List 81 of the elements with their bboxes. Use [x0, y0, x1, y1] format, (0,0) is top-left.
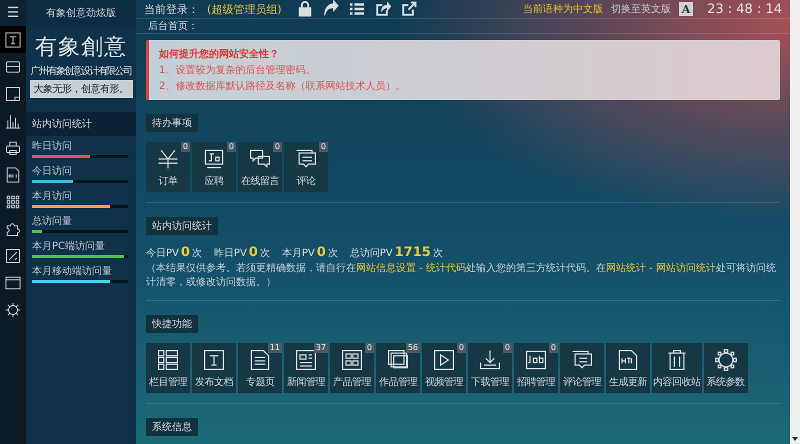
- export-icon: [374, 0, 392, 18]
- tile-button[interactable]: 新闻管理 37: [284, 343, 328, 393]
- settings-link[interactable]: 网站统计 - 网站访问统计: [606, 263, 716, 274]
- current-language: 当前语种为中文版: [523, 2, 604, 16]
- list-icon: [156, 348, 180, 372]
- logo-title: 有象創意: [35, 34, 127, 62]
- section-title: 站内访问统计: [146, 217, 218, 235]
- text-icon: [4, 30, 22, 48]
- document-icon: [248, 348, 272, 372]
- font-button[interactable]: A: [679, 2, 694, 16]
- stat-label: 今日访问: [32, 164, 73, 178]
- tile-button[interactable]: 系统参数: [704, 343, 748, 393]
- stat-label: 昨日访问: [32, 140, 73, 153]
- share-arrow-icon: [322, 0, 340, 18]
- product-grid-icon: [340, 348, 364, 372]
- tile-button[interactable]: 应聘 0: [192, 142, 236, 192]
- gear-icon: [714, 348, 738, 372]
- count-badge: 56: [406, 343, 420, 353]
- count-badge: 0: [272, 142, 282, 152]
- tile-button[interactable]: 专题页 11: [238, 343, 282, 393]
- switch-language-link[interactable]: 切换至英文版: [611, 2, 672, 16]
- tile-button[interactable]: 生成更新: [606, 343, 650, 393]
- play-icon: [432, 348, 456, 372]
- html-file-icon: [4, 166, 22, 184]
- company-name: 广州有象创意设计有限公司: [30, 64, 132, 78]
- stat-label: 本月访问: [32, 190, 73, 203]
- clock: 23 : 48 : 14: [707, 2, 782, 16]
- download-icon: [478, 348, 502, 372]
- stat-label: 总访问量: [32, 214, 73, 228]
- count-badge: 0: [318, 142, 328, 152]
- stats-note: （本结果仅供参考。若须更精确数据，请自行在网站信息设置 - 统计代码处输入您的第三方统计代码。在网站统计 - 网站访问统计处可将访问统计清零，或修改访问数据。）: [146, 262, 777, 290]
- breadcrumb: 后台首页：: [148, 20, 198, 33]
- stat-label: 本月PC端访问量: [32, 240, 106, 253]
- count-badge: 0: [226, 142, 236, 152]
- tile-button[interactable]: 视频管理 0: [422, 343, 466, 393]
- tile-button[interactable]: 订单 0: [146, 142, 190, 192]
- login-label: 当前登录：: [144, 2, 199, 16]
- gear-icon: [4, 300, 22, 318]
- tile-button[interactable]: 作品管理 56: [376, 343, 420, 393]
- tile-button[interactable]: 招聘管理 0: [514, 343, 558, 393]
- stacked-frames-icon: [386, 348, 410, 372]
- stats-heading: 站内访问统计: [26, 112, 136, 136]
- pv-counter: 今日PV 0 次: [146, 245, 202, 260]
- tile-button[interactable]: 在线留言 0: [238, 142, 282, 192]
- count-badge: 0: [180, 142, 190, 152]
- tile-button[interactable]: 内容回收站: [652, 343, 702, 393]
- count-badge: 11: [268, 343, 282, 353]
- external-link-icon: [400, 0, 418, 18]
- tile-button[interactable]: 评论 0: [284, 142, 328, 192]
- list-icon: [348, 0, 366, 18]
- section-title: 快捷功能: [146, 315, 198, 333]
- count-badge: 0: [456, 343, 466, 353]
- section-title: 系统信息: [146, 418, 198, 436]
- count-badge: 0: [548, 343, 558, 353]
- settings-link[interactable]: 网站信息设置 - 统计代码: [356, 263, 466, 274]
- tile-button[interactable]: 产品管理 0: [330, 343, 374, 393]
- pv-counter: 总访问PV 1715 次: [350, 245, 443, 260]
- news-icon: [294, 348, 318, 372]
- tile-button[interactable]: 发布文档: [192, 343, 236, 393]
- menu-button[interactable]: ☰: [0, 0, 26, 26]
- text-icon: [202, 348, 226, 372]
- slogan: 大象无形，创意有形。: [30, 80, 132, 98]
- tile-button[interactable]: 评论管理: [560, 343, 604, 393]
- count-badge: 0: [364, 343, 374, 353]
- count-badge: 0: [502, 343, 512, 353]
- pv-counter: 本月PV 0 次: [282, 245, 338, 260]
- app-title: 有象创意劲炫版: [26, 0, 136, 26]
- section-title: 待办事项: [146, 114, 198, 132]
- user-role: (超级管理员组): [207, 2, 282, 16]
- scrollbar[interactable]: [790, 0, 800, 444]
- tile-button[interactable]: 下载管理 0: [468, 343, 512, 393]
- pv-counter: 昨日PV0 次: [214, 245, 270, 260]
- frame-icon: [4, 84, 22, 102]
- html-file-icon: [616, 348, 640, 372]
- alert-title: 如何提升您的网站安全性？: [159, 47, 280, 61]
- tile-button[interactable]: 栏目管理: [146, 343, 190, 393]
- scroll-down-icon[interactable]: [792, 437, 798, 441]
- count-badge: 37: [314, 343, 328, 353]
- alert-line: 2、修改数据库默认路径及名称（联系网站技术人员）。: [159, 80, 406, 93]
- alert-line: 1、设置较为复杂的后台管理密码。: [159, 64, 316, 77]
- stat-label: 本月移动端访问量: [32, 264, 113, 278]
